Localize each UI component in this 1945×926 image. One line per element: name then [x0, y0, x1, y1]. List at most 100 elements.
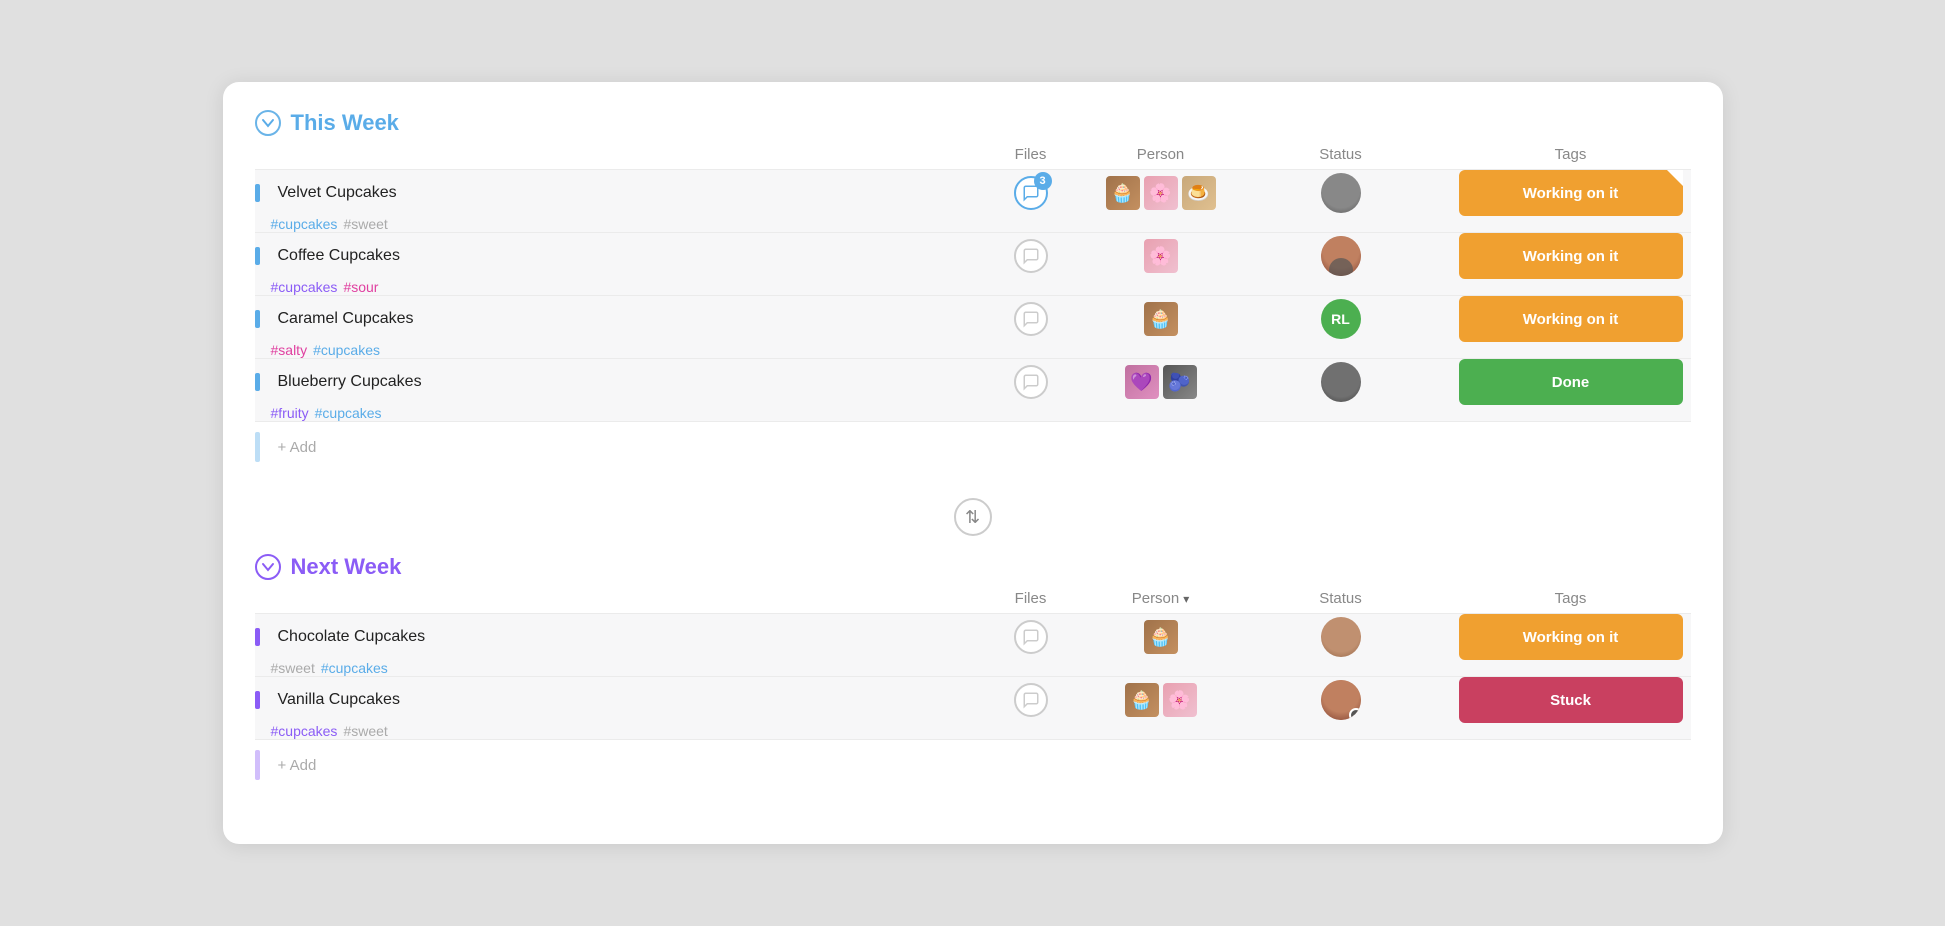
tag[interactable]: #cupcakes [313, 342, 380, 358]
status-badge[interactable]: Stuck [1459, 677, 1683, 723]
status-cell[interactable]: Working on it [1451, 170, 1691, 216]
tag[interactable]: #sweet [343, 216, 387, 232]
col-header-files-2: Files [971, 590, 1091, 607]
section-divider: ⇅ [255, 498, 1691, 536]
col-header-tags-2: Tags [1451, 590, 1691, 607]
table-row: Chocolate Cupcakes 🧁 [255, 613, 1691, 676]
status-badge[interactable]: Done [1459, 359, 1683, 405]
person-cell[interactable]: RL [1231, 299, 1451, 339]
status-cell[interactable]: Done [1451, 359, 1691, 405]
this-week-chevron[interactable] [255, 110, 281, 136]
chat-icon[interactable] [1014, 365, 1048, 399]
avatar[interactable] [1321, 173, 1361, 213]
files-cell: 🧁 🌸 [1091, 683, 1231, 717]
chat-cell[interactable] [971, 683, 1091, 717]
file-thumb[interactable]: 🍮 [1182, 176, 1216, 210]
chat-icon[interactable] [1014, 239, 1048, 273]
row-name: Caramel Cupcakes [278, 310, 414, 328]
files-cell: 🧁 🌸 🍮 [1091, 176, 1231, 210]
name-cell: Coffee Cupcakes [255, 247, 971, 265]
person-cell[interactable] [1231, 173, 1451, 213]
person-cell[interactable] [1231, 236, 1451, 276]
chevron-down-icon[interactable]: ▾ [1183, 592, 1189, 606]
chat-cell[interactable]: 3 [971, 176, 1091, 210]
chat-bubble[interactable] [1014, 302, 1048, 336]
next-week-section: Next Week Files Person ▾ Status Tags Cho… [255, 554, 1691, 784]
file-thumb[interactable]: 🫐 [1163, 365, 1197, 399]
this-week-table: Velvet Cupcakes 3 🧁 🌸 🍮 [255, 169, 1691, 422]
tags-cell: #fruity #cupcakes [255, 405, 971, 421]
chat-bubble[interactable] [1014, 620, 1048, 654]
col-header-person-2: Person ▾ [1091, 590, 1231, 607]
col-header-person-1: Person [1091, 146, 1231, 163]
tags-cell: #cupcakes #sour [255, 279, 971, 295]
file-thumb[interactable]: 🧁 [1125, 683, 1159, 717]
name-cell: Vanilla Cupcakes [255, 691, 971, 709]
avatar[interactable]: RL [1321, 299, 1361, 339]
status-cell[interactable]: Working on it [1451, 296, 1691, 342]
app-container: This Week Files Person Status Tags Velve… [223, 82, 1723, 844]
this-week-add-row[interactable]: + Add [255, 422, 1691, 466]
status-cell[interactable]: Stuck [1451, 677, 1691, 723]
tag[interactable]: #cupcakes [271, 279, 338, 295]
file-thumb[interactable]: 🧁 [1144, 620, 1178, 654]
tags-cell: #sweet #cupcakes [255, 660, 971, 676]
avatar[interactable] [1321, 362, 1361, 402]
tags-cell: #cupcakes #sweet [255, 723, 971, 739]
chat-bubble[interactable] [1014, 365, 1048, 399]
tag[interactable]: #salty [271, 342, 308, 358]
tag[interactable]: #fruity [271, 405, 309, 421]
file-thumb[interactable]: 🌸 [1163, 683, 1197, 717]
tag[interactable]: #sweet [271, 660, 315, 676]
person-cell[interactable]: − [1231, 680, 1451, 720]
avatar[interactable] [1321, 236, 1361, 276]
add-label[interactable]: + Add [278, 439, 317, 456]
status-badge[interactable]: Working on it [1459, 233, 1683, 279]
col-header-files-1: Files [971, 146, 1091, 163]
status-badge[interactable]: Working on it [1459, 170, 1683, 216]
avatar[interactable]: − [1321, 680, 1361, 720]
chat-icon[interactable] [1014, 683, 1048, 717]
chat-bubble[interactable] [1014, 239, 1048, 273]
next-week-title: Next Week [291, 554, 402, 580]
next-week-add-row[interactable]: + Add [255, 740, 1691, 784]
this-week-title: This Week [291, 110, 399, 136]
chat-cell[interactable] [971, 302, 1091, 336]
file-thumb[interactable]: 🧁 [1144, 302, 1178, 336]
table-row: Blueberry Cupcakes 💜 🫐 [255, 358, 1691, 422]
tag[interactable]: #cupcakes [271, 723, 338, 739]
chat-cell[interactable] [971, 365, 1091, 399]
sort-button[interactable]: ⇅ [954, 498, 992, 536]
chat-cell[interactable] [971, 239, 1091, 273]
status-cell[interactable]: Working on it [1451, 233, 1691, 279]
status-cell[interactable]: Working on it [1451, 614, 1691, 660]
tag[interactable]: #cupcakes [271, 216, 338, 232]
add-label[interactable]: + Add [278, 757, 317, 774]
status-badge[interactable]: Working on it [1459, 614, 1683, 660]
status-badge[interactable]: Working on it [1459, 296, 1683, 342]
tag[interactable]: #cupcakes [315, 405, 382, 421]
tag[interactable]: #sweet [343, 723, 387, 739]
file-thumb[interactable]: 🌸 [1144, 239, 1178, 273]
next-week-chevron[interactable] [255, 554, 281, 580]
chat-icon[interactable]: 3 [1014, 176, 1048, 210]
avatar[interactable] [1321, 617, 1361, 657]
row-accent [255, 750, 260, 780]
chat-icon[interactable] [1014, 302, 1048, 336]
chat-bubble[interactable] [1014, 683, 1048, 717]
row-name: Vanilla Cupcakes [278, 691, 400, 709]
file-thumb[interactable]: 🧁 [1106, 176, 1140, 210]
next-week-header: Next Week [255, 554, 1691, 580]
file-thumb[interactable]: 💜 [1125, 365, 1159, 399]
person-cell[interactable] [1231, 617, 1451, 657]
person-cell[interactable] [1231, 362, 1451, 402]
files-cell: 🧁 [1091, 620, 1231, 654]
chat-cell[interactable] [971, 620, 1091, 654]
name-cell: Caramel Cupcakes [255, 310, 971, 328]
col-header-name [291, 146, 971, 163]
file-thumb[interactable]: 🌸 [1144, 176, 1178, 210]
chat-icon[interactable] [1014, 620, 1048, 654]
tag[interactable]: #cupcakes [321, 660, 388, 676]
row-name: Coffee Cupcakes [278, 247, 400, 265]
tag[interactable]: #sour [343, 279, 378, 295]
